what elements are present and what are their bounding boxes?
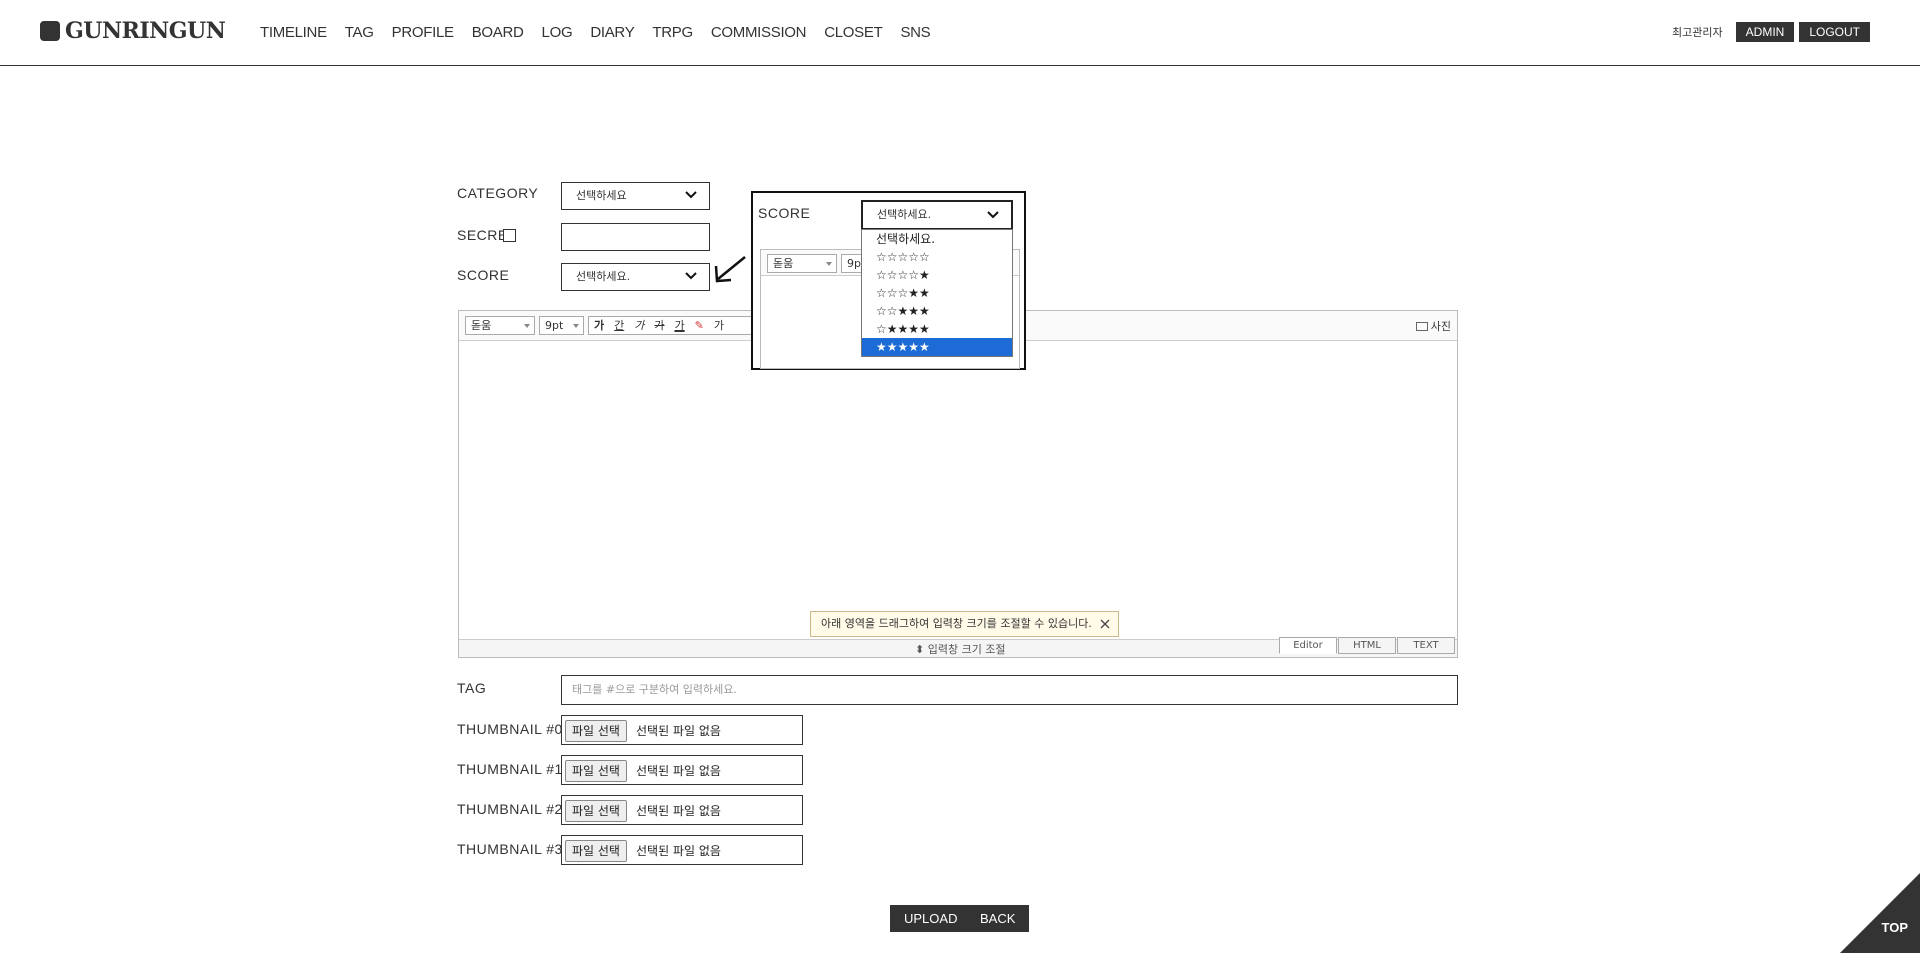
thumbnail-label-3: THUMBNAIL #3 [457,841,563,857]
nav-board[interactable]: BOARD [472,24,524,41]
nav-diary[interactable]: DIARY [590,24,634,41]
choose-file-button[interactable]: 파일 선택 [565,720,627,742]
callout-score-label: SCORE [758,205,811,221]
choose-file-button[interactable]: 파일 선택 [565,760,627,782]
category-select-value: 선택하세요 [576,189,627,202]
more-format-button[interactable]: 가 [709,317,729,334]
tab-html[interactable]: HTML [1338,637,1396,654]
tab-editor[interactable]: Editor [1279,637,1337,654]
score-option[interactable]: ★★★★★ [862,338,1012,356]
chevron-down-icon [987,211,999,219]
main-nav: TIMELINE TAG PROFILE BOARD LOG DIARY TRP… [260,24,948,41]
choose-file-button[interactable]: 파일 선택 [565,800,627,822]
nav-sns[interactable]: SNS [900,24,930,41]
logo-icon [40,21,60,41]
editor-mode-tabs: Editor HTML TEXT [1278,637,1455,654]
thumbnail-file-input-1[interactable]: 파일 선택 선택된 파일 없음 [561,755,803,785]
file-status: 선택된 파일 없음 [636,764,721,778]
logout-button[interactable]: LOGOUT [1799,22,1870,42]
tab-text[interactable]: TEXT [1397,637,1455,654]
font-size-select[interactable]: 9pt [539,316,584,335]
thumbnail-file-input-3[interactable]: 파일 선택 선택된 파일 없음 [561,835,803,865]
format-buttons: 가 간 가 가 가 ✎ 가 [588,316,758,335]
callout-font-value: 돋움 [773,257,794,270]
choose-file-button[interactable]: 파일 선택 [565,840,627,862]
user-name: 최고관리자 [1672,26,1723,39]
tag-placeholder: 태그를 #으로 구분하여 입력하세요. [572,683,737,696]
nav-log[interactable]: LOG [542,24,573,41]
secret-checkbox[interactable] [503,229,516,242]
chevron-down-icon [685,191,697,199]
dropdown-arrow-icon [826,262,832,266]
score-options-list: 선택하세요. ☆☆☆☆☆ ☆☆☆☆★ ☆☆☆★★ ☆☆★★★ ☆★★★★ ★★★… [861,229,1013,357]
dropdown-arrow-icon [524,324,530,328]
score-select[interactable]: 선택하세요. [561,263,710,291]
upload-button[interactable]: UPLOAD [890,905,972,932]
font-color-button[interactable]: 가 [670,317,690,334]
callout-font-select: 돋움 [767,254,837,273]
back-button[interactable]: BACK [966,905,1030,932]
pointer-arrow-icon [714,256,746,283]
font-size-value: 9pt [545,319,564,332]
close-icon[interactable] [1099,618,1111,630]
score-label: SCORE [457,267,510,283]
dropdown-arrow-icon [573,324,579,328]
site-logo[interactable]: GUNRINGUN [40,18,226,44]
thumbnail-label-2: THUMBNAIL #2 [457,801,563,817]
chevron-down-icon [685,272,697,280]
score-dropdown-callout: SCORE 돋움 9pt 선택하세요. 선택하세요. ☆☆☆☆☆ ☆☆☆☆★ ☆… [751,191,1026,370]
photo-button[interactable]: 사진 [1415,318,1451,334]
tag-input[interactable]: 태그를 #으로 구분하여 입력하세요. [561,675,1458,705]
italic-button[interactable]: 가 [629,317,649,334]
highlight-icon[interactable]: ✎ [690,317,709,334]
logo-text: GUNRINGUN [65,18,226,44]
site-header: GUNRINGUN TIMELINE TAG PROFILE BOARD LOG… [0,0,1920,66]
file-status: 선택된 파일 없음 [636,844,721,858]
font-family-select[interactable]: 돋움 [465,316,535,335]
score-option[interactable]: ☆☆★★★ [862,302,1012,320]
secret-password-input[interactable] [561,223,710,251]
callout-score-select[interactable]: 선택하세요. [861,200,1013,230]
camera-icon [1415,321,1428,331]
nav-commission[interactable]: COMMISSION [711,24,807,41]
file-status: 선택된 파일 없음 [636,724,721,738]
resize-handle[interactable]: ⬍ 입력창 크기 조절 [915,641,1006,657]
editor-footer: ⬍ 입력창 크기 조절 Editor HTML TEXT [459,637,1457,657]
bold-button[interactable]: 가 [589,317,609,334]
photo-label: 사진 [1430,320,1451,333]
nav-timeline[interactable]: TIMELINE [260,24,327,41]
callout-select-value: 선택하세요. [877,208,932,221]
tag-label: TAG [457,680,487,696]
nav-tag[interactable]: TAG [345,24,374,41]
thumbnail-label-0: THUMBNAIL #0 [457,721,563,737]
underline-button[interactable]: 간 [609,317,629,334]
nav-trpg[interactable]: TRPG [652,24,693,41]
score-select-value: 선택하세요. [576,270,631,283]
score-option[interactable]: ☆☆☆☆☆ [862,248,1012,266]
resize-tooltip: 아래 영역을 드래그하여 입력창 크기를 조절할 수 있습니다. [810,611,1119,637]
score-option[interactable]: 선택하세요. [862,230,1012,248]
user-area: 최고관리자 ADMIN LOGOUT [1672,22,1870,42]
strike-button[interactable]: 가 [649,317,669,334]
font-family-value: 돋움 [471,319,492,332]
top-corner-triangle[interactable] [1840,873,1920,953]
tooltip-text: 아래 영역을 드래그하여 입력창 크기를 조절할 수 있습니다. [821,617,1092,630]
score-option[interactable]: ☆☆☆☆★ [862,266,1012,284]
thumbnail-label-1: THUMBNAIL #1 [457,761,563,777]
thumbnail-file-input-0[interactable]: 파일 선택 선택된 파일 없음 [561,715,803,745]
file-status: 선택된 파일 없음 [636,804,721,818]
nav-closet[interactable]: CLOSET [824,24,883,41]
resize-label: 입력창 크기 조절 [927,643,1006,656]
thumbnail-file-input-2[interactable]: 파일 선택 선택된 파일 없음 [561,795,803,825]
nav-profile[interactable]: PROFILE [392,24,454,41]
category-select[interactable]: 선택하세요 [561,182,710,210]
admin-button[interactable]: ADMIN [1735,22,1795,42]
back-to-top-button[interactable]: TOP [1882,920,1909,935]
score-option[interactable]: ☆★★★★ [862,320,1012,338]
score-option[interactable]: ☆☆☆★★ [862,284,1012,302]
category-label: CATEGORY [457,185,539,201]
